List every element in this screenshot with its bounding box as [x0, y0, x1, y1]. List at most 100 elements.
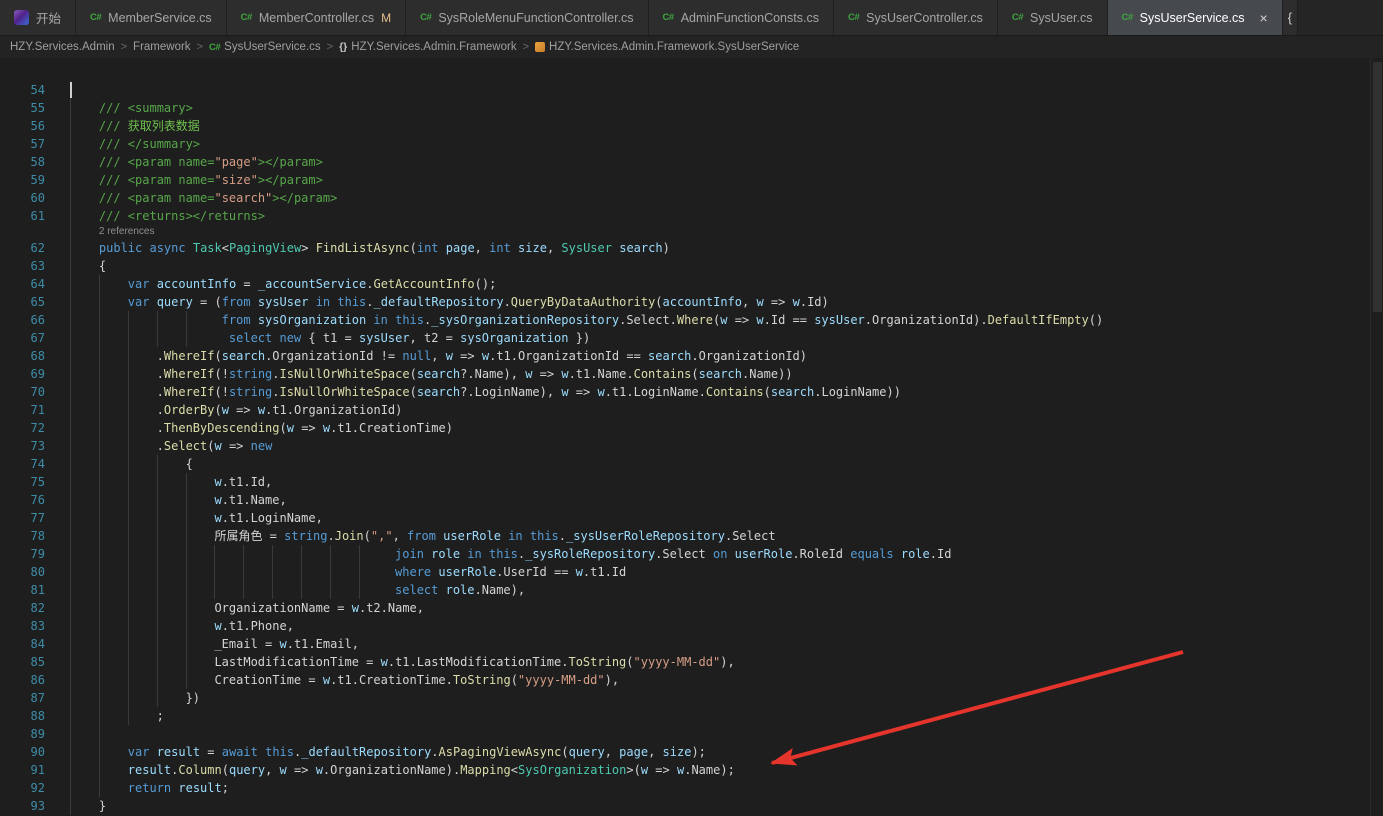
line-number[interactable]: 79 — [0, 545, 45, 563]
code-line[interactable]: 62public async Task<PagingView> FindList… — [0, 239, 1383, 257]
line-number[interactable]: 92 — [0, 779, 45, 797]
line-number[interactable]: 55 — [0, 99, 45, 117]
scrollbar[interactable] — [1370, 58, 1383, 816]
line-number[interactable]: 77 — [0, 509, 45, 527]
code-line[interactable]: 55/// <summary> — [0, 99, 1383, 117]
editor-tab-partial[interactable]: { — [1283, 0, 1298, 35]
code-line[interactable]: 57/// </summary> — [0, 135, 1383, 153]
breadcrumb-item[interactable]: HZY.Services.Admin — [10, 41, 115, 53]
editor-tab-SysUserService.cs[interactable]: C#SysUserService.cs× — [1108, 0, 1283, 35]
breadcrumb-item[interactable]: Framework — [133, 41, 191, 53]
code-line[interactable]: 83w.t1.Phone, — [0, 617, 1383, 635]
line-number[interactable]: 89 — [0, 725, 45, 743]
code-area[interactable]: 5455/// <summary>56/// 获取列表数据57/// </sum… — [0, 58, 1383, 815]
line-number[interactable]: 66 — [0, 311, 45, 329]
line-number[interactable]: 81 — [0, 581, 45, 599]
breadcrumb-item[interactable]: {}HZY.Services.Admin.Framework — [339, 41, 517, 53]
code-line[interactable]: 76w.t1.Name, — [0, 491, 1383, 509]
line-number[interactable]: 74 — [0, 455, 45, 473]
editor-tab-SysRoleMenuFunctionController.cs[interactable]: C#SysRoleMenuFunctionController.cs — [406, 0, 648, 35]
code-line[interactable]: 61/// <returns></returns> — [0, 207, 1383, 225]
line-number[interactable]: 82 — [0, 599, 45, 617]
editor-tab-MemberService.cs[interactable]: C#MemberService.cs — [76, 0, 227, 35]
codelens-row[interactable]: 2 references — [0, 225, 1383, 239]
code-line[interactable]: 72.ThenByDescending(w => w.t1.CreationTi… — [0, 419, 1383, 437]
line-number[interactable]: 75 — [0, 473, 45, 491]
line-number[interactable]: 76 — [0, 491, 45, 509]
code-line[interactable]: 69.WhereIf(!string.IsNullOrWhiteSpace(se… — [0, 365, 1383, 383]
scrollbar-thumb[interactable] — [1373, 62, 1382, 312]
line-number[interactable]: 61 — [0, 207, 45, 225]
line-number[interactable]: 80 — [0, 563, 45, 581]
code-line[interactable]: 80where userRole.UserId == w.t1.Id — [0, 563, 1383, 581]
editor-tab-SysUserController.cs[interactable]: C#SysUserController.cs — [834, 0, 998, 35]
code-line[interactable]: 84_Email = w.t1.Email, — [0, 635, 1383, 653]
line-number[interactable]: 69 — [0, 365, 45, 383]
code-line[interactable]: 73.Select(w => new — [0, 437, 1383, 455]
line-number[interactable]: 68 — [0, 347, 45, 365]
code-line[interactable]: 66from sysOrganization in this._sysOrgan… — [0, 311, 1383, 329]
line-number[interactable]: 73 — [0, 437, 45, 455]
code-line[interactable]: 67select new { t1 = sysUser, t2 = sysOrg… — [0, 329, 1383, 347]
code-line[interactable]: 58/// <param name="page"></param> — [0, 153, 1383, 171]
code-line[interactable]: 54 — [0, 81, 1383, 99]
line-number[interactable]: 59 — [0, 171, 45, 189]
line-number[interactable]: 85 — [0, 653, 45, 671]
line-number[interactable]: 91 — [0, 761, 45, 779]
code-line[interactable]: 79join role in this._sysRoleRepository.S… — [0, 545, 1383, 563]
line-number[interactable]: 84 — [0, 635, 45, 653]
codelens-label[interactable]: 2 references — [99, 225, 155, 239]
code-line[interactable]: 81select role.Name), — [0, 581, 1383, 599]
line-number[interactable]: 87 — [0, 689, 45, 707]
code-line[interactable]: 93} — [0, 797, 1383, 815]
line-number[interactable]: 58 — [0, 153, 45, 171]
editor-tab-SysUser.cs[interactable]: C#SysUser.cs — [998, 0, 1108, 35]
code-line[interactable]: 56/// 获取列表数据 — [0, 117, 1383, 135]
editor-tab-AdminFunctionConsts.cs[interactable]: C#AdminFunctionConsts.cs — [649, 0, 834, 35]
line-number[interactable]: 56 — [0, 117, 45, 135]
line-number[interactable]: 65 — [0, 293, 45, 311]
code-line[interactable]: 82OrganizationName = w.t2.Name, — [0, 599, 1383, 617]
line-number[interactable]: 93 — [0, 797, 45, 815]
code-line[interactable]: 60/// <param name="search"></param> — [0, 189, 1383, 207]
code-line[interactable]: 88; — [0, 707, 1383, 725]
code-line[interactable]: 64var accountInfo = _accountService.GetA… — [0, 275, 1383, 293]
line-number[interactable]: 88 — [0, 707, 45, 725]
line-number[interactable]: 72 — [0, 419, 45, 437]
code-line[interactable]: 59/// <param name="size"></param> — [0, 171, 1383, 189]
line-number[interactable]: 70 — [0, 383, 45, 401]
code-line[interactable]: 85LastModificationTime = w.t1.LastModifi… — [0, 653, 1383, 671]
code-line[interactable]: 87}) — [0, 689, 1383, 707]
line-number[interactable]: 63 — [0, 257, 45, 275]
line-number[interactable]: 67 — [0, 329, 45, 347]
code-line[interactable]: 92return result; — [0, 779, 1383, 797]
line-number[interactable]: 83 — [0, 617, 45, 635]
code-line[interactable]: 74{ — [0, 455, 1383, 473]
line-number[interactable]: 90 — [0, 743, 45, 761]
code-line[interactable]: 89 — [0, 725, 1383, 743]
breadcrumb-item[interactable]: HZY.Services.Admin.Framework.SysUserServ… — [535, 41, 799, 53]
code-line[interactable]: 77w.t1.LoginName, — [0, 509, 1383, 527]
editor-tab-partial[interactable]: 开始 — [0, 0, 76, 35]
code-line[interactable]: 68.WhereIf(search.OrganizationId != null… — [0, 347, 1383, 365]
line-number[interactable]: 60 — [0, 189, 45, 207]
code-line[interactable]: 70.WhereIf(!string.IsNullOrWhiteSpace(se… — [0, 383, 1383, 401]
code-line[interactable]: 63{ — [0, 257, 1383, 275]
code-line[interactable]: 86CreationTime = w.t1.CreationTime.ToStr… — [0, 671, 1383, 689]
line-number[interactable]: 78 — [0, 527, 45, 545]
code-line[interactable]: 75w.t1.Id, — [0, 473, 1383, 491]
editor-tab-MemberController.cs[interactable]: C#MemberController.csM — [227, 0, 406, 35]
code-line[interactable]: 91result.Column(query, w => w.Organizati… — [0, 761, 1383, 779]
code-line[interactable]: 71.OrderBy(w => w.t1.OrganizationId) — [0, 401, 1383, 419]
code-editor[interactable]: 5455/// <summary>56/// 获取列表数据57/// </sum… — [0, 58, 1383, 816]
line-number[interactable]: 57 — [0, 135, 45, 153]
code-line[interactable]: 65var query = (from sysUser in this._def… — [0, 293, 1383, 311]
breadcrumb-item[interactable]: C#SysUserService.cs — [209, 41, 321, 53]
code-line[interactable]: 90var result = await this._defaultReposi… — [0, 743, 1383, 761]
code-line[interactable]: 78所属角色 = string.Join(",", from userRole … — [0, 527, 1383, 545]
line-number[interactable]: 86 — [0, 671, 45, 689]
line-number[interactable]: 54 — [0, 81, 45, 99]
line-number[interactable]: 64 — [0, 275, 45, 293]
line-number[interactable]: 62 — [0, 239, 45, 257]
close-icon[interactable]: × — [1260, 11, 1268, 25]
